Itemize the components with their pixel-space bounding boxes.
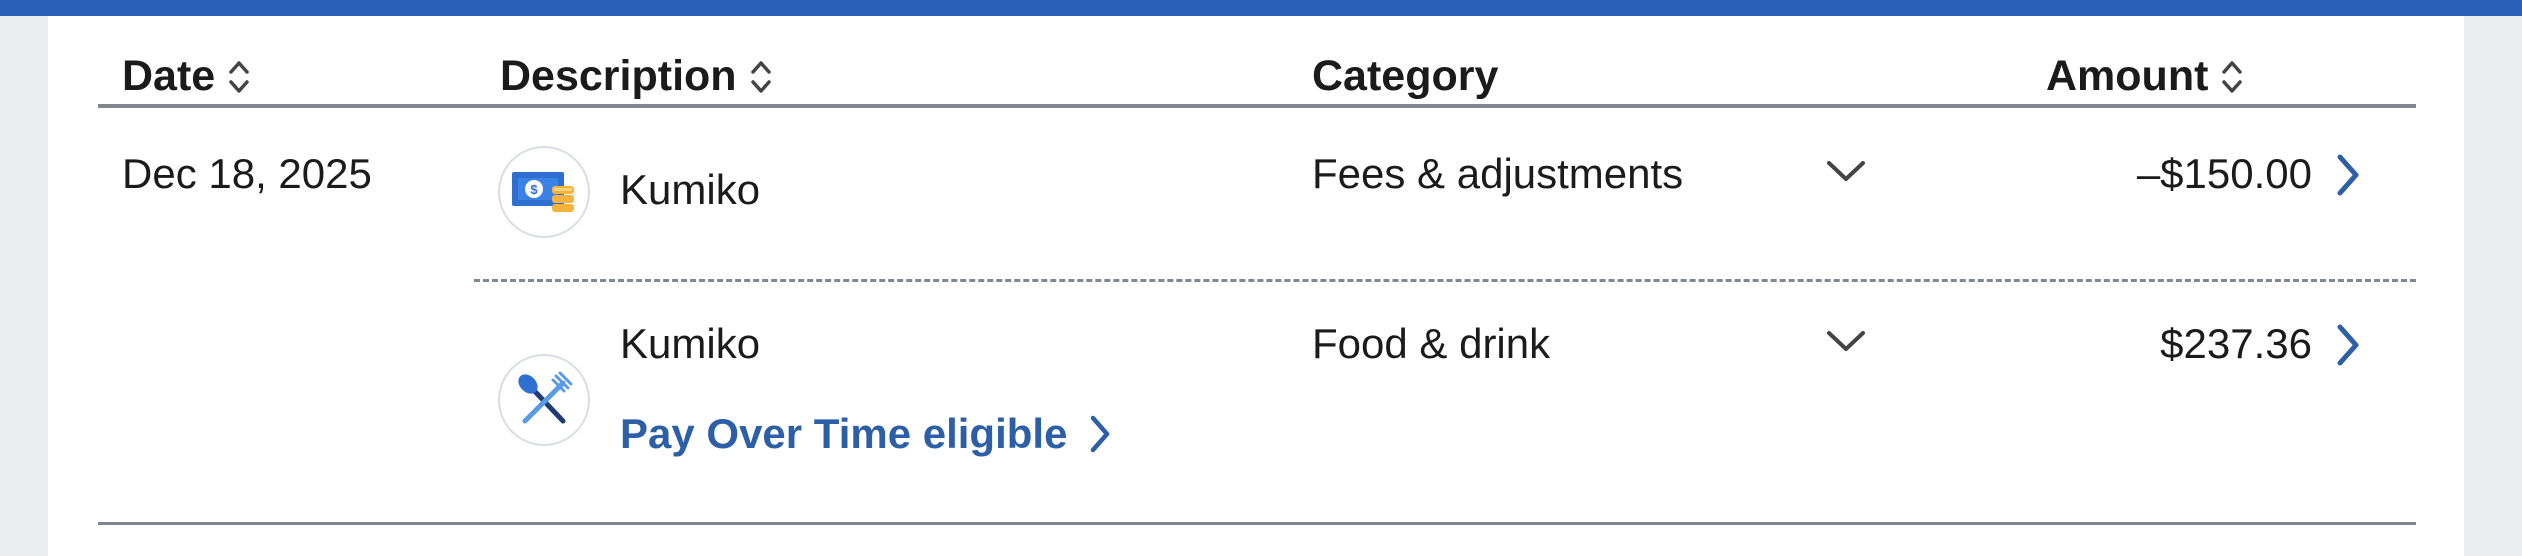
chevron-right-icon: [1091, 415, 1110, 453]
column-header-amount[interactable]: Amount: [2046, 52, 2244, 101]
column-header-date[interactable]: Date: [122, 52, 251, 101]
row-divider: [474, 279, 2416, 282]
chevron-down-icon[interactable]: [1824, 326, 1868, 356]
column-header-amount-label: Amount: [2046, 52, 2209, 100]
transactions-card: Date Description Category Amount Dec 18,…: [48, 16, 2464, 556]
sort-icon: [2222, 60, 2243, 93]
cash-fee-icon: $: [498, 146, 590, 238]
column-header-category: Category: [1312, 52, 1498, 101]
pay-over-time-label: Pay Over Time eligible: [620, 410, 1068, 457]
row-description: Kumiko: [620, 320, 761, 367]
chevron-down-icon[interactable]: [1824, 156, 1868, 186]
pay-over-time-link[interactable]: Pay Over Time eligible: [620, 410, 1113, 458]
column-header-description-label: Description: [500, 52, 737, 100]
top-accent-bar: [0, 0, 2522, 16]
row-category: Fees & adjustments: [1312, 150, 1684, 197]
row-amount: –$150.00: [2136, 150, 2312, 197]
chevron-right-icon[interactable]: [2332, 322, 2362, 368]
row-date: Dec 18, 2025: [122, 150, 372, 197]
chevron-right-icon[interactable]: [2332, 152, 2362, 198]
table-bottom-divider: [98, 522, 2416, 525]
column-header-category-label: Category: [1312, 52, 1499, 100]
header-divider: [98, 104, 2416, 108]
column-header-date-label: Date: [122, 52, 216, 100]
sort-icon: [229, 60, 249, 93]
row-amount: $237.36: [2160, 320, 2312, 367]
svg-text:$: $: [530, 182, 538, 197]
row-description: Kumiko: [620, 166, 761, 213]
sort-icon: [750, 60, 771, 93]
column-header-description[interactable]: Description: [500, 52, 773, 101]
fork-spoon-icon: [498, 354, 590, 446]
row-category: Food & drink: [1312, 320, 1551, 367]
